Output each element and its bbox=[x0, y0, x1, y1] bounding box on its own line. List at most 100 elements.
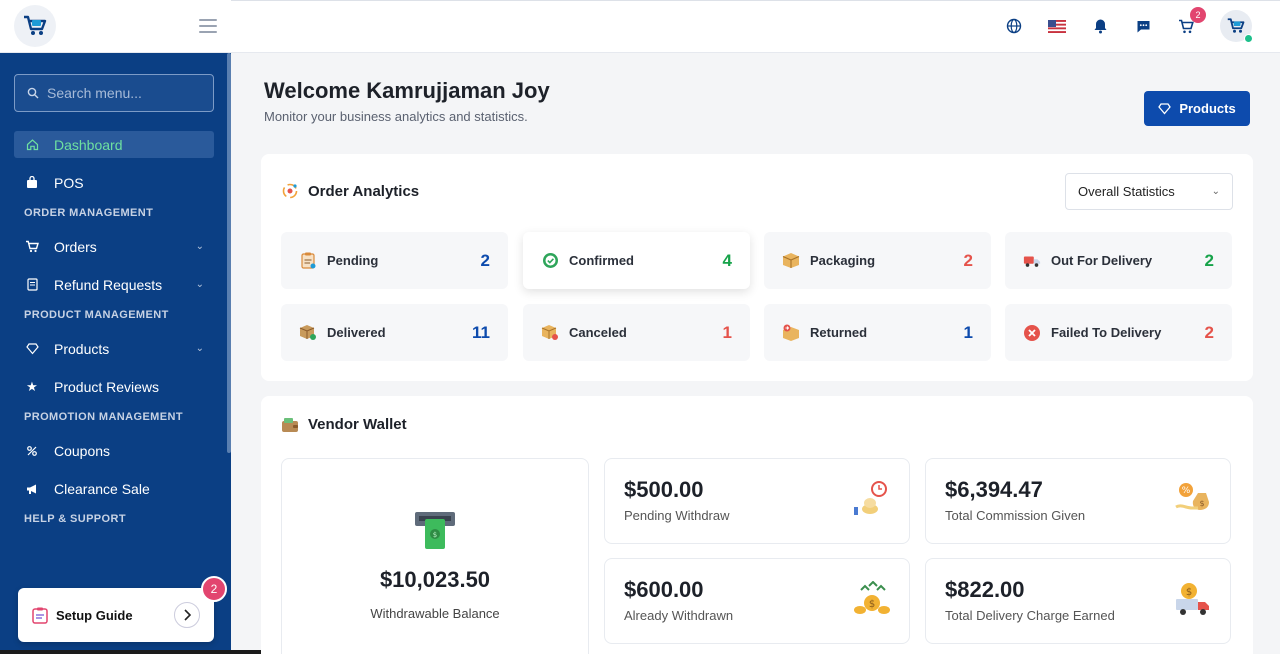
sidebar-item-product-reviews[interactable]: ★ Product Reviews bbox=[14, 373, 214, 400]
withdrawable-amount: $10,023.50 bbox=[379, 567, 491, 592]
status-label: Confirmed bbox=[569, 253, 634, 268]
status-label: Failed To Delivery bbox=[1051, 325, 1162, 340]
statistics-filter-value: Overall Statistics bbox=[1078, 184, 1175, 199]
status-tile-failed-to-delivery[interactable]: Failed To Delivery 2 bbox=[1005, 304, 1232, 361]
withdrawable-label: Withdrawable Balance bbox=[370, 606, 500, 621]
box-icon bbox=[782, 252, 800, 270]
total-commission-label: Total Commission Given bbox=[945, 508, 1086, 523]
vendor-wallet-card: Vendor Wallet $ $10,023.50 Withdrawable … bbox=[261, 396, 1253, 654]
status-count: 2 bbox=[963, 250, 973, 270]
status-label: Pending bbox=[327, 253, 379, 268]
sidebar-nav: Dashboard POS ORDER MANAGEMENT Orders ⌄ … bbox=[0, 131, 231, 525]
sidebar-item-label: POS bbox=[54, 174, 84, 191]
delivery-charge-label: Total Delivery Charge Earned bbox=[945, 608, 1115, 623]
sidebar-item-products[interactable]: Products ⌄ bbox=[14, 335, 214, 362]
receipt-icon bbox=[24, 277, 40, 293]
status-tile-packaging[interactable]: Packaging 2 bbox=[764, 232, 991, 289]
order-analytics-header: Order Analytics bbox=[281, 182, 419, 200]
status-count: 4 bbox=[722, 250, 732, 270]
svg-text:$: $ bbox=[433, 531, 437, 539]
status-label: Packaging bbox=[810, 253, 876, 268]
cart-logo-icon bbox=[24, 15, 47, 35]
vendor-wallet-title: Vendor Wallet bbox=[308, 416, 407, 433]
diamond-icon bbox=[1158, 102, 1172, 115]
menu-toggle-icon[interactable] bbox=[199, 19, 217, 33]
cart-badge: 2 bbox=[1190, 7, 1206, 23]
search-menu-input[interactable] bbox=[47, 85, 197, 101]
status-label: Canceled bbox=[569, 325, 627, 340]
coupon-icon bbox=[24, 443, 40, 459]
status-label: Out For Delivery bbox=[1051, 253, 1153, 268]
status-tile-pending[interactable]: Pending 2 bbox=[281, 232, 508, 289]
search-icon bbox=[27, 87, 39, 99]
chevron-down-icon: ⌄ bbox=[195, 241, 204, 252]
pending-withdraw-label: Pending Withdraw bbox=[624, 508, 730, 523]
status-tile-returned[interactable]: Returned 1 bbox=[764, 304, 991, 361]
status-count: 1 bbox=[963, 322, 973, 342]
products-button[interactable]: Products bbox=[1144, 91, 1250, 126]
cart-logo-icon bbox=[1227, 18, 1245, 33]
setup-guide-label: Setup Guide bbox=[56, 607, 133, 623]
status-count: 1 bbox=[722, 322, 732, 342]
total-commission-card: $6,394.47 Total Commission Given % $ bbox=[925, 458, 1231, 544]
setup-guide-button[interactable]: Setup Guide bbox=[18, 588, 214, 642]
already-withdrawn-amount: $600.00 bbox=[624, 577, 704, 602]
status-label: Delivered bbox=[327, 325, 386, 340]
cart-icon[interactable]: 2 bbox=[1174, 7, 1206, 38]
topbar: 2 bbox=[231, 0, 1280, 53]
status-tile-out-for-delivery[interactable]: Out For Delivery 2 bbox=[1005, 232, 1232, 289]
status-tile-canceled[interactable]: Canceled 1 bbox=[523, 304, 750, 361]
status-tile-confirmed[interactable]: Confirmed 4 bbox=[523, 232, 750, 289]
pending-withdraw-card: $500.00 Pending Withdraw bbox=[604, 458, 910, 544]
statistics-filter-select[interactable]: Overall Statistics ⌄ bbox=[1065, 173, 1233, 210]
sidebar-scrollbar[interactable] bbox=[227, 53, 231, 453]
status-count: 2 bbox=[480, 250, 490, 270]
failed-x-icon bbox=[1023, 324, 1041, 342]
returned-box-icon bbox=[782, 324, 800, 342]
svg-text:$: $ bbox=[1186, 587, 1192, 598]
sidebar-item-dashboard[interactable]: Dashboard bbox=[14, 131, 214, 158]
svg-text:$: $ bbox=[1199, 499, 1204, 508]
section-order-management: ORDER MANAGEMENT bbox=[24, 207, 154, 219]
bottom-scrollbar[interactable] bbox=[0, 650, 300, 654]
already-withdrawn-card: $600.00 Already Withdrawn $ bbox=[604, 558, 910, 644]
total-commission-amount: $6,394.47 bbox=[945, 477, 1043, 502]
atm-cash-icon: $ bbox=[413, 509, 457, 558]
sidebar-item-orders[interactable]: Orders ⌄ bbox=[14, 233, 214, 260]
pending-clock-coins-icon bbox=[853, 481, 891, 522]
sidebar-item-label: Product Reviews bbox=[54, 378, 160, 395]
sidebar-item-label: Refund Requests bbox=[54, 276, 163, 293]
clipboard-icon bbox=[299, 252, 317, 270]
wallet-icon bbox=[281, 416, 299, 433]
globe-icon[interactable] bbox=[1002, 14, 1026, 38]
diamond-icon bbox=[24, 341, 40, 357]
sidebar-item-label: Dashboard bbox=[54, 136, 123, 153]
sidebar-item-coupons[interactable]: Coupons bbox=[14, 437, 214, 464]
home-icon bbox=[24, 137, 40, 153]
products-button-label: Products bbox=[1179, 101, 1236, 116]
sidebar-item-refund-requests[interactable]: Refund Requests ⌄ bbox=[14, 271, 214, 298]
shop-logo[interactable] bbox=[14, 5, 56, 47]
message-icon[interactable] bbox=[1131, 14, 1155, 38]
avatar[interactable] bbox=[1220, 10, 1253, 43]
order-analytics-card: Order Analytics Overall Statistics ⌄ Pen… bbox=[261, 154, 1253, 381]
cart-icon bbox=[24, 239, 40, 255]
sidebar-search[interactable] bbox=[14, 74, 214, 112]
status-tile-delivered[interactable]: Delivered 11 bbox=[281, 304, 508, 361]
sidebar-brand bbox=[0, 0, 231, 53]
sidebar-item-label: Clearance Sale bbox=[54, 480, 150, 497]
star-icon: ★ bbox=[26, 378, 38, 394]
already-withdrawn-label: Already Withdrawn bbox=[624, 608, 734, 623]
svg-text:$: $ bbox=[869, 599, 875, 610]
pending-withdraw-amount: $500.00 bbox=[624, 477, 704, 502]
sidebar-item-clearance-sale[interactable]: Clearance Sale bbox=[14, 475, 214, 502]
page-subtitle: Monitor your business analytics and stat… bbox=[264, 109, 528, 124]
online-status-dot bbox=[1244, 34, 1253, 43]
status-count: 2 bbox=[1204, 250, 1214, 270]
sidebar-item-pos[interactable]: POS bbox=[14, 169, 214, 196]
chevron-right-icon[interactable] bbox=[174, 602, 200, 628]
us-flag-icon[interactable] bbox=[1045, 14, 1069, 38]
bell-icon[interactable] bbox=[1088, 14, 1112, 38]
delivery-truck-icon bbox=[1023, 252, 1041, 270]
delivered-box-icon bbox=[299, 324, 317, 342]
